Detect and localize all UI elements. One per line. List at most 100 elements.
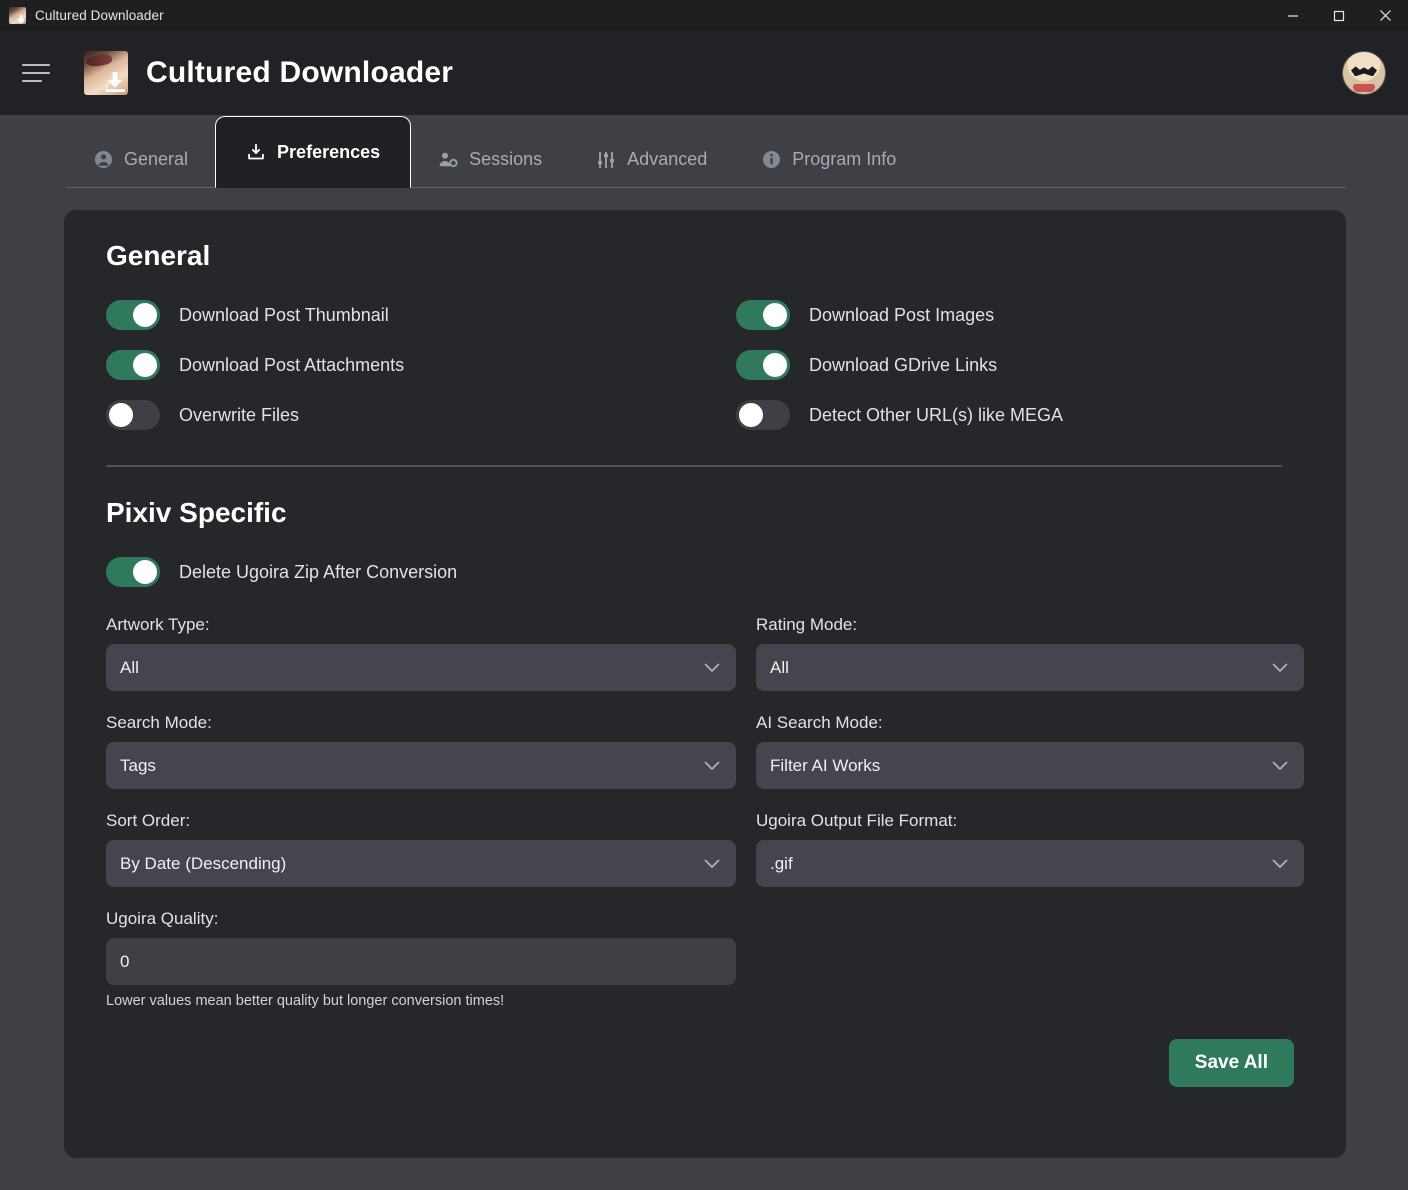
ugoira-output-format-select[interactable]: .gif [756, 840, 1304, 887]
ugoira-quality-input[interactable]: 0 [106, 938, 736, 985]
toggle-switch[interactable] [106, 350, 160, 380]
toggle-knob [763, 303, 787, 327]
titlebar-left-group: Cultured Downloader [0, 7, 164, 24]
field-ugoira-quality: Ugoira Quality: 0 Lower values mean bett… [106, 909, 736, 1009]
sliders-icon [596, 150, 616, 170]
tab-sessions[interactable]: Sessions [411, 131, 569, 188]
toggle-knob [133, 560, 157, 584]
field-artwork-type: Artwork Type: All [106, 615, 736, 691]
toggle-label: Download Post Thumbnail [179, 304, 389, 325]
chevron-down-icon [704, 658, 720, 678]
tab-list: General Preferences Sessions Advanced Pr… [0, 115, 1408, 188]
field-label: Ugoira Quality: [106, 909, 219, 928]
toggle-label: Delete Ugoira Zip After Conversion [179, 561, 458, 582]
tab-label: Advanced [627, 149, 708, 169]
user-circle-icon [93, 150, 113, 170]
toggle-download-post-images[interactable]: Download Post Images [736, 298, 1304, 332]
toggle-knob [133, 303, 157, 327]
toggle-download-gdrive-links[interactable]: Download GDrive Links [736, 348, 1304, 382]
toggle-download-post-thumbnail[interactable]: Download Post Thumbnail [106, 298, 736, 332]
card-footer: Save All [86, 1009, 1294, 1087]
toggle-switch[interactable] [736, 300, 790, 330]
field-ai-search-mode: AI Search Mode: Filter AI Works [756, 713, 1304, 789]
toggle-switch[interactable] [736, 350, 790, 380]
app-header: Cultured Downloader [0, 31, 1408, 115]
toggle-knob [763, 353, 787, 377]
avatar[interactable] [1342, 51, 1386, 95]
field-rating-mode: Rating Mode: All [756, 615, 1304, 691]
pixiv-fields-grid: Artwork Type: All Rating Mode: All Searc… [86, 593, 1304, 1009]
search-mode-select[interactable]: Tags [106, 742, 736, 789]
window-controls [1270, 0, 1408, 31]
sort-order-select[interactable]: By Date (Descending) [106, 840, 736, 887]
select-value: Filter AI Works [770, 755, 881, 775]
toggle-download-post-attachments[interactable]: Download Post Attachments [106, 348, 736, 382]
toggle-label: Download Post Attachments [179, 354, 405, 375]
select-value: All [770, 657, 789, 677]
page-content: General Download Post Thumbnail Download… [0, 188, 1408, 1190]
field-sort-order: Sort Order: By Date (Descending) [106, 811, 736, 887]
tab-label: Preferences [277, 141, 381, 162]
tab-general[interactable]: General [66, 131, 215, 188]
field-label: Ugoira Output File Format: [756, 811, 958, 830]
section-divider [106, 465, 1282, 467]
toggle-label: Overwrite Files [179, 404, 300, 425]
chevron-down-icon [704, 854, 720, 874]
maximize-icon[interactable] [1316, 0, 1362, 31]
fields-spacer [756, 887, 1304, 1009]
rating-mode-select[interactable]: All [756, 644, 1304, 691]
general-toggle-grid: Download Post Thumbnail Download Post Im… [86, 298, 1304, 432]
window-titlebar: Cultured Downloader [0, 0, 1408, 31]
close-icon[interactable] [1362, 0, 1408, 31]
input-value: 0 [120, 951, 130, 971]
select-value: All [120, 657, 139, 677]
tab-label: Sessions [469, 149, 543, 169]
tab-bar: General Preferences Sessions Advanced Pr… [0, 115, 1408, 188]
toggle-switch[interactable] [106, 300, 160, 330]
toggle-knob [133, 353, 157, 377]
hamburger-icon[interactable] [20, 56, 54, 90]
app-logo-icon [84, 51, 128, 95]
toggle-label: Detect Other URL(s) like MEGA [809, 404, 1064, 425]
minimize-icon[interactable] [1270, 0, 1316, 31]
tab-preferences[interactable]: Preferences [215, 116, 412, 188]
info-circle-icon [761, 150, 781, 170]
user-gear-icon [438, 150, 458, 170]
preferences-card: General Download Post Thumbnail Download… [64, 210, 1346, 1158]
toggle-delete-ugoira-zip[interactable]: Delete Ugoira Zip After Conversion [106, 555, 1304, 589]
save-all-button[interactable]: Save All [1168, 1039, 1294, 1087]
tab-program-info[interactable]: Program Info [734, 131, 923, 188]
select-value: .gif [770, 853, 793, 873]
toggle-label: Download Post Images [809, 304, 995, 325]
tab-advanced[interactable]: Advanced [569, 131, 734, 188]
artwork-type-select[interactable]: All [106, 644, 736, 691]
chevron-down-icon [704, 756, 720, 776]
field-label: AI Search Mode: [756, 713, 883, 732]
select-value: Tags [120, 755, 156, 775]
toggle-detect-other-urls[interactable]: Detect Other URL(s) like MEGA [736, 398, 1304, 432]
chevron-down-icon [1272, 756, 1288, 776]
toggle-label: Download GDrive Links [809, 354, 998, 375]
toggle-switch[interactable] [106, 557, 160, 587]
field-label: Rating Mode: [756, 615, 858, 634]
ai-search-mode-select[interactable]: Filter AI Works [756, 742, 1304, 789]
select-value: By Date (Descending) [120, 853, 287, 873]
app-logo-icon [9, 7, 26, 24]
toggle-switch[interactable] [736, 400, 790, 430]
section-heading-general: General [106, 240, 211, 271]
field-label: Search Mode: [106, 713, 212, 732]
field-ugoira-output-format: Ugoira Output File Format: .gif [756, 811, 1304, 887]
tab-label: General [124, 149, 189, 169]
field-search-mode: Search Mode: Tags [106, 713, 736, 789]
toggle-switch[interactable] [106, 400, 160, 430]
toggle-knob [109, 403, 133, 427]
field-label: Sort Order: [106, 811, 191, 830]
download-tray-icon [246, 142, 266, 162]
pixiv-section: Pixiv Specific Delete Ugoira Zip After C… [86, 497, 1304, 589]
section-heading-pixiv: Pixiv Specific [106, 497, 287, 528]
window-title: Cultured Downloader [35, 8, 164, 23]
field-label: Artwork Type: [106, 615, 210, 634]
toggle-overwrite-files[interactable]: Overwrite Files [106, 398, 736, 432]
ugoira-quality-help-text: Lower values mean better quality but lon… [106, 993, 505, 1009]
toggle-knob [739, 403, 763, 427]
